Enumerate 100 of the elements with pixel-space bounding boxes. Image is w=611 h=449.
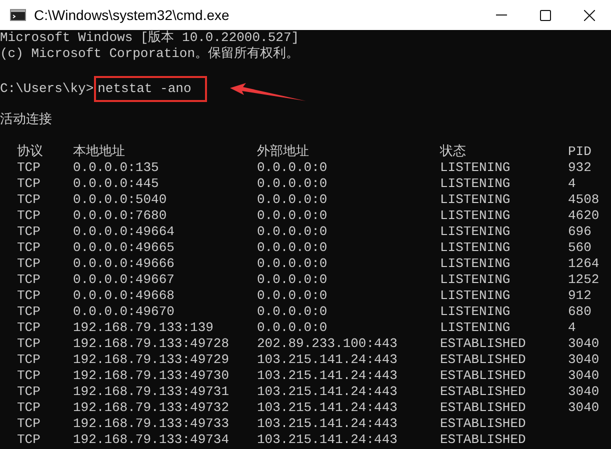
table-cell: TCP bbox=[17, 208, 40, 223]
table-cell: 0.0.0.0:5040 bbox=[73, 192, 167, 207]
table-cell: 0.0.0.0:49667 bbox=[73, 272, 174, 287]
maximize-icon bbox=[540, 10, 550, 20]
table-cell: TCP bbox=[17, 336, 40, 351]
table-cell: 3040 bbox=[568, 368, 600, 383]
table-cell: 192.168.79.133:49732 bbox=[73, 400, 230, 415]
table-cell: 680 bbox=[568, 304, 592, 319]
close-icon bbox=[584, 10, 594, 20]
table-cell: 4620 bbox=[568, 208, 600, 223]
table-cell: TCP bbox=[17, 304, 40, 319]
table-cell: 932 bbox=[568, 160, 592, 175]
table-cell: 0.0.0.0:0 bbox=[257, 256, 328, 271]
table-cell: 4 bbox=[568, 176, 576, 191]
table-cell: 0.0.0.0:0 bbox=[257, 320, 328, 335]
console-line: Microsoft Windows [版本 10.0.22000.527] bbox=[0, 30, 300, 45]
table-cell: 0.0.0.0:49664 bbox=[73, 224, 174, 239]
table-cell: TCP bbox=[17, 432, 40, 447]
table-cell: 3040 bbox=[568, 352, 600, 367]
table-cell: LISTENING bbox=[440, 160, 510, 175]
table-cell: 560 bbox=[568, 240, 592, 255]
table-cell: ESTABLISHED bbox=[440, 400, 526, 415]
table-cell: 912 bbox=[568, 288, 592, 303]
table-cell: TCP bbox=[17, 256, 40, 271]
highlighted-command: netstat -ano bbox=[94, 76, 208, 102]
table-cell: LISTENING bbox=[440, 256, 510, 271]
table-cell: 0.0.0.0:0 bbox=[257, 224, 328, 239]
table-cell: LISTENING bbox=[440, 304, 510, 319]
table-cell: 192.168.79.133:49733 bbox=[73, 416, 230, 431]
console-line: (c) Microsoft Corporation。保留所有权利。 bbox=[0, 46, 300, 61]
table-cell: TCP bbox=[17, 272, 40, 287]
table-cell: ESTABLISHED bbox=[440, 368, 526, 383]
table-cell: 0.0.0.0:0 bbox=[257, 304, 328, 319]
table-cell: 0.0.0.0:0 bbox=[257, 288, 328, 303]
table-cell: TCP bbox=[17, 384, 40, 399]
window-title: C:\Windows\system32\cmd.exe bbox=[34, 6, 230, 25]
table-cell: 103.215.141.24:443 bbox=[257, 352, 398, 367]
table-cell: 0.0.0.0:0 bbox=[257, 176, 328, 191]
table-cell: LISTENING bbox=[440, 224, 510, 239]
table-cell: TCP bbox=[17, 320, 40, 335]
section-title: 活动连接 bbox=[0, 112, 52, 127]
table-cell: ESTABLISHED bbox=[440, 352, 526, 367]
table-cell: 1264 bbox=[568, 256, 600, 271]
table-cell: 0.0.0.0:49665 bbox=[73, 240, 174, 255]
table-cell: LISTENING bbox=[440, 288, 510, 303]
table-cell: 103.215.141.24:443 bbox=[257, 368, 398, 383]
column-header: PID bbox=[568, 144, 592, 159]
table-cell: 103.215.141.24:443 bbox=[257, 416, 398, 431]
column-header: 协议 bbox=[17, 144, 43, 159]
table-cell: 192.168.79.133:139 bbox=[73, 320, 214, 335]
table-cell: 0.0.0.0:0 bbox=[257, 192, 328, 207]
table-cell: 3040 bbox=[568, 336, 600, 351]
table-cell: TCP bbox=[17, 416, 40, 431]
table-cell: 696 bbox=[568, 224, 592, 239]
table-cell: TCP bbox=[17, 352, 40, 367]
prompt-text: C:\Users\ky> bbox=[0, 81, 94, 97]
table-cell: TCP bbox=[17, 400, 40, 415]
column-header: 外部地址 bbox=[257, 144, 309, 159]
table-cell: 0.0.0.0:49668 bbox=[73, 288, 174, 303]
table-cell: ESTABLISHED bbox=[440, 432, 526, 447]
terminal-icon bbox=[10, 9, 26, 21]
table-cell: 3040 bbox=[568, 384, 600, 399]
table-cell: LISTENING bbox=[440, 320, 510, 335]
table-cell: TCP bbox=[17, 176, 40, 191]
table-cell: TCP bbox=[17, 224, 40, 239]
column-header: 状态 bbox=[440, 144, 466, 159]
table-cell: 192.168.79.133:49730 bbox=[73, 368, 230, 383]
table-cell: 0.0.0.0:0 bbox=[257, 160, 328, 175]
table-cell: LISTENING bbox=[440, 192, 510, 207]
table-cell: 3040 bbox=[568, 400, 600, 415]
table-cell: LISTENING bbox=[440, 272, 510, 287]
table-cell: ESTABLISHED bbox=[440, 336, 526, 351]
table-cell: 202.89.233.100:443 bbox=[257, 336, 398, 351]
table-cell: TCP bbox=[17, 368, 40, 383]
table-cell: TCP bbox=[17, 192, 40, 207]
table-cell: 103.215.141.24:443 bbox=[257, 384, 398, 399]
table-cell: 4 bbox=[568, 320, 576, 335]
table-cell: 192.168.79.133:49734 bbox=[73, 432, 230, 447]
table-cell: ESTABLISHED bbox=[440, 416, 526, 431]
table-cell: LISTENING bbox=[440, 176, 510, 191]
table-cell: 0.0.0.0:445 bbox=[73, 176, 159, 191]
table-cell: 1252 bbox=[568, 272, 600, 287]
table-cell: 0.0.0.0:0 bbox=[257, 208, 328, 223]
table-cell: LISTENING bbox=[440, 240, 510, 255]
table-cell: TCP bbox=[17, 240, 40, 255]
table-cell: 0.0.0.0:135 bbox=[73, 160, 159, 175]
table-cell: 0.0.0.0:0 bbox=[257, 272, 328, 287]
table-cell: 0.0.0.0:49666 bbox=[73, 256, 174, 271]
table-cell: 103.215.141.24:443 bbox=[257, 400, 398, 415]
table-cell: 192.168.79.133:49729 bbox=[73, 352, 230, 367]
table-cell: 192.168.79.133:49728 bbox=[73, 336, 230, 351]
table-cell: LISTENING bbox=[440, 208, 510, 223]
table-cell: 192.168.79.133:49731 bbox=[73, 384, 230, 399]
table-cell: 0.0.0.0:49670 bbox=[73, 304, 174, 319]
table-cell: TCP bbox=[17, 288, 40, 303]
table-cell: 0.0.0.0:0 bbox=[257, 240, 328, 255]
table-cell: 103.215.141.24:443 bbox=[257, 432, 398, 447]
table-cell: TCP bbox=[17, 160, 40, 175]
table-cell: 4508 bbox=[568, 192, 600, 207]
minimize-icon bbox=[496, 14, 506, 16]
